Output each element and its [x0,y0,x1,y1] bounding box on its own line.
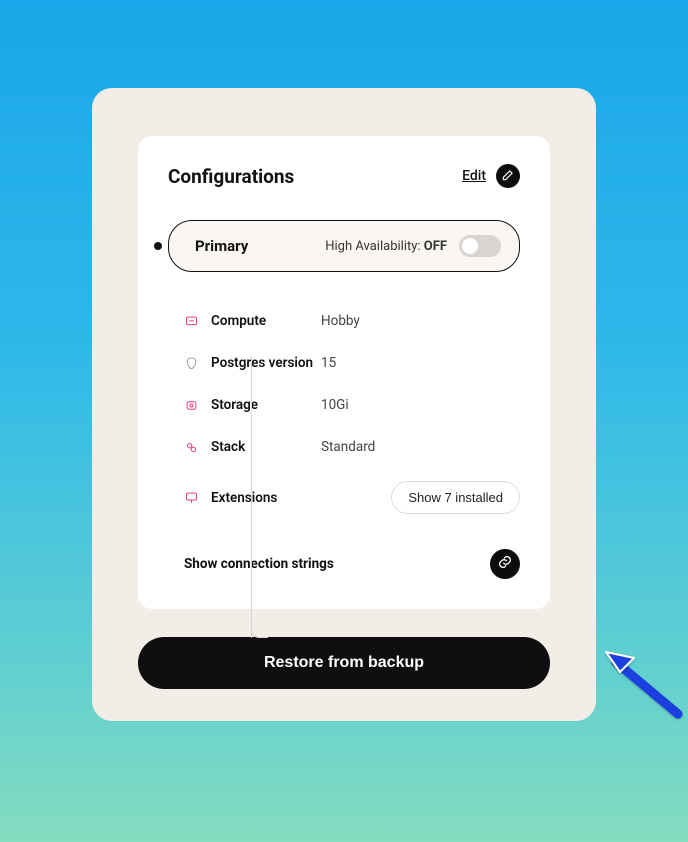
stack-icon [184,440,199,455]
pencil-icon [501,167,515,186]
edit-icon-button[interactable] [496,164,520,188]
card-title: Configurations [168,165,294,188]
postgres-icon [184,356,199,371]
compute-label: Compute [211,313,321,329]
card-header: Configurations Edit [168,164,520,188]
spec-row-postgres: Postgres version 15 [184,342,520,384]
arrow-annotation [598,644,688,724]
high-availability-group: High Availability: OFF [325,235,501,257]
spec-list: Compute Hobby Postgres version 15 Storag… [168,300,520,527]
postgres-value: 15 [321,355,336,371]
postgres-label: Postgres version [211,355,321,371]
storage-value: 10Gi [321,397,349,413]
restore-from-backup-button[interactable]: Restore from backup [138,637,550,689]
compute-icon [184,314,199,329]
outer-card: Configurations Edit Primary High Availab… [92,88,596,721]
edit-link[interactable]: Edit [462,168,486,184]
extensions-label: Extensions [211,490,321,506]
connection-strings-row: Show connection strings [168,527,520,579]
stack-label: Stack [211,439,321,455]
spec-row-extensions: Extensions Show 7 installed [184,468,520,527]
high-availability-text: High Availability: OFF [325,239,447,254]
high-availability-toggle[interactable] [459,235,501,257]
spec-row-compute: Compute Hobby [184,300,520,342]
spec-row-storage: Storage 10Gi [184,384,520,426]
configurations-card: Configurations Edit Primary High Availab… [138,136,550,609]
primary-label: Primary [195,237,248,255]
ha-prefix: High Availability: [325,239,424,254]
link-icon [497,554,513,574]
ha-status: OFF [424,239,447,254]
stack-value: Standard [321,439,375,455]
show-extensions-button[interactable]: Show 7 installed [391,481,520,514]
tree-line [251,356,252,638]
storage-label: Storage [211,397,321,413]
compute-value: Hobby [321,313,360,329]
header-actions: Edit [462,164,520,188]
extensions-icon [184,490,199,505]
storage-icon [184,398,199,413]
connection-strings-button[interactable] [490,549,520,579]
connection-strings-label: Show connection strings [184,556,334,572]
spec-row-stack: Stack Standard [184,426,520,468]
primary-pill: Primary High Availability: OFF [168,220,520,272]
